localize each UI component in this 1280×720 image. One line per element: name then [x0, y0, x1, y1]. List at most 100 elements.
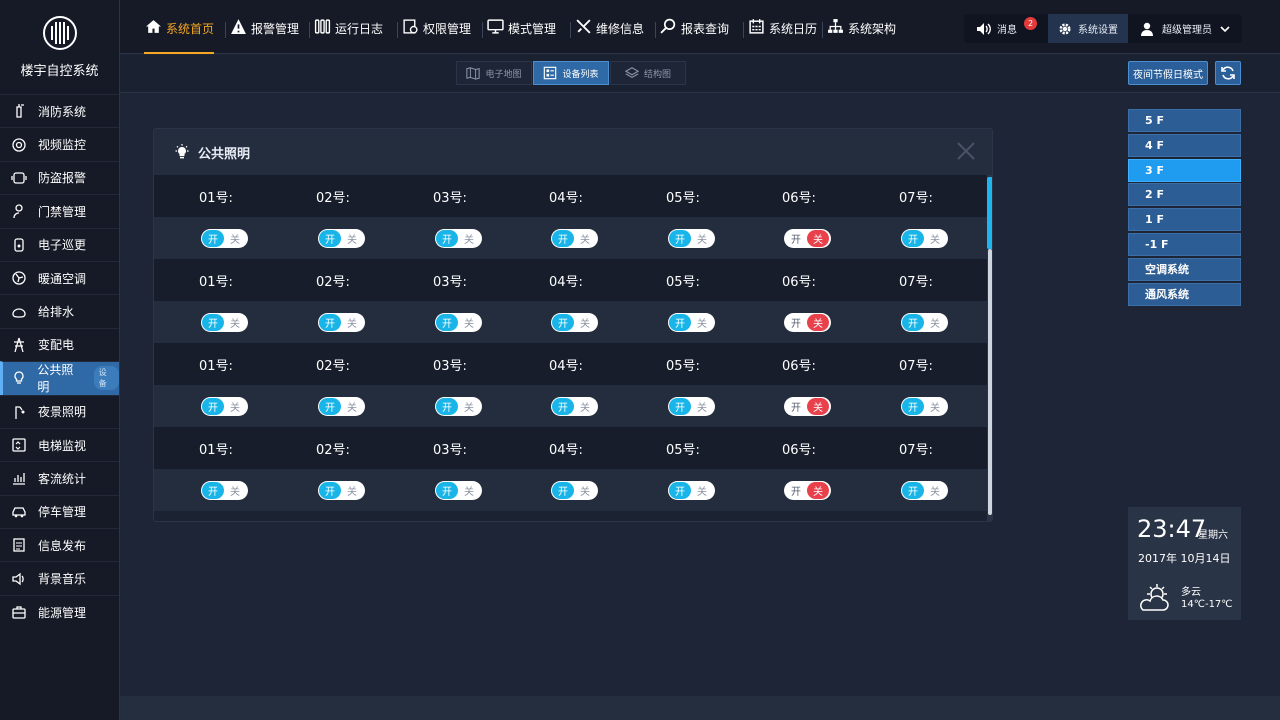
sub-tab[interactable]: 结构图: [610, 61, 686, 85]
user-menu[interactable]: 超级管理员: [1128, 14, 1230, 43]
floor-button[interactable]: 空调系统: [1128, 257, 1241, 281]
nav-item-label: 权限管理: [423, 22, 472, 36]
sidebar-item[interactable]: 信息发布: [0, 528, 119, 561]
light-switch-toggle[interactable]: 开关: [318, 313, 365, 332]
floor-button[interactable]: 4 F: [1128, 133, 1241, 157]
nav-item[interactable]: 系统日历: [747, 14, 817, 54]
scrollbar[interactable]: [987, 175, 992, 521]
toggle-on-label: 开: [552, 230, 574, 247]
nav-item[interactable]: 系统首页: [144, 14, 215, 54]
scrollbar-thumb[interactable]: [987, 177, 992, 249]
sidebar-item[interactable]: 公共照明 设备: [0, 361, 119, 395]
toggle-off-label: 关: [580, 235, 590, 246]
light-switch-toggle[interactable]: 开关: [435, 481, 482, 500]
sidebar-item[interactable]: 电子巡更: [0, 227, 119, 261]
nav-item[interactable]: 模式管理: [486, 14, 556, 54]
floor-button[interactable]: 2 F: [1128, 183, 1241, 207]
light-switch-toggle[interactable]: 开关: [784, 481, 831, 500]
light-switch-toggle[interactable]: 开关: [784, 313, 831, 332]
toggle-on-label: 开: [669, 482, 691, 499]
floor-button[interactable]: 通风系统: [1128, 282, 1241, 306]
toggle-off-label: 关: [697, 403, 707, 414]
light-switch-toggle[interactable]: 开关: [901, 481, 948, 500]
sidebar-item[interactable]: 背景音乐: [0, 561, 119, 594]
floor-button[interactable]: 5 F: [1128, 109, 1241, 132]
nav-item[interactable]: 报警管理: [229, 14, 299, 54]
light-switch-toggle[interactable]: 开关: [551, 313, 598, 332]
sidebar-item[interactable]: 给排水: [0, 294, 119, 327]
device-label: 04号:: [549, 442, 583, 458]
bulb-icon: [175, 144, 189, 159]
light-switch-toggle[interactable]: 开关: [318, 481, 365, 500]
sidebar-item[interactable]: 夜景照明: [0, 394, 119, 428]
light-switch-toggle[interactable]: 开关: [551, 229, 598, 248]
floor-button[interactable]: 1 F: [1128, 208, 1241, 232]
sidebar-item-label: 信息发布: [38, 538, 87, 553]
nav-divider: [482, 22, 483, 38]
light-switch-toggle[interactable]: 开关: [784, 397, 831, 416]
sub-tab-label: 电子地图: [485, 69, 522, 80]
close-icon[interactable]: [956, 141, 976, 161]
floor-button[interactable]: 3 F: [1128, 158, 1241, 182]
light-switch-toggle[interactable]: 开关: [318, 397, 365, 416]
sidebar-item[interactable]: 防盗报警: [0, 160, 119, 194]
light-switch-toggle[interactable]: 开关: [668, 397, 715, 416]
messages-button[interactable]: 消息 2: [964, 14, 1048, 43]
light-switch-toggle[interactable]: 开关: [551, 397, 598, 416]
device-label: 07号:: [899, 190, 933, 206]
sidebar-item[interactable]: 能源管理: [0, 594, 119, 628]
sidebar-item[interactable]: 门禁管理: [0, 194, 119, 227]
light-switch-toggle[interactable]: 开关: [901, 397, 948, 416]
settings-button[interactable]: 系统设置: [1048, 14, 1128, 43]
light-switch-toggle[interactable]: 开关: [901, 229, 948, 248]
device-label-row: 01号: 02号: 03号: 04号: 05号: 06号: 07号:: [154, 259, 987, 301]
light-switch-toggle[interactable]: 开关: [668, 229, 715, 248]
sidebar-item[interactable]: 客流统计: [0, 461, 119, 494]
sub-tab[interactable]: 设备列表: [533, 61, 609, 85]
floor-button[interactable]: -1 F: [1128, 232, 1241, 256]
light-switch-toggle[interactable]: 开关: [201, 313, 248, 332]
light-switch-toggle[interactable]: 开关: [784, 229, 831, 248]
patrol-icon: [14, 238, 24, 252]
light-switch-toggle[interactable]: 开关: [201, 229, 248, 248]
refresh-button[interactable]: [1215, 61, 1241, 85]
nav-item[interactable]: 报表查询: [659, 14, 729, 54]
sidebar-item[interactable]: 视频监控: [0, 127, 119, 160]
light-switch-toggle[interactable]: 开关: [318, 229, 365, 248]
holiday-mode-button[interactable]: 夜间节假日模式: [1128, 61, 1208, 85]
device-label: 05号:: [666, 442, 700, 458]
nav-item[interactable]: 系统架构: [826, 14, 896, 54]
light-switch-toggle[interactable]: 开关: [668, 481, 715, 500]
car-icon: [12, 507, 26, 518]
nav-item-label: 模式管理: [508, 22, 557, 36]
light-switch-toggle[interactable]: 开关: [551, 481, 598, 500]
light-switch-toggle[interactable]: 开关: [435, 313, 482, 332]
nav-item[interactable]: 维修信息: [574, 14, 644, 54]
light-switch-toggle[interactable]: 开关: [201, 397, 248, 416]
light-switch-toggle[interactable]: 开关: [435, 397, 482, 416]
light-switch-toggle[interactable]: 开关: [901, 313, 948, 332]
sidebar-item[interactable]: 电梯监视: [0, 427, 119, 461]
toggle-on-label: 开: [791, 403, 801, 414]
light-switch-toggle[interactable]: 开关: [201, 481, 248, 500]
device-label: 07号:: [899, 442, 933, 458]
device-label: 03号:: [433, 358, 467, 374]
toggle-on-label: 开: [791, 487, 801, 498]
briefcase-icon: [10, 603, 28, 621]
sidebar-item[interactable]: 暖通空调: [0, 260, 119, 294]
sidebar-item[interactable]: 消防系统: [0, 94, 119, 127]
nav-item[interactable]: 运行日志: [313, 14, 383, 54]
fan-icon: [12, 271, 26, 285]
sidebar-item[interactable]: 停车管理: [0, 494, 119, 528]
sidebar-menu: 消防系统视频监控防盗报警 门禁管理 电子巡更 暖通空调 给排水 变配电 公共照明 设备 夜景照明…: [0, 94, 119, 628]
warning-icon: [230, 18, 246, 34]
sidebar-item[interactable]: 变配电: [0, 327, 119, 361]
toggle-off-label: 关: [930, 319, 940, 330]
nav-item[interactable]: 权限管理: [401, 14, 471, 54]
sub-tab[interactable]: 电子地图: [456, 61, 532, 85]
light-switch-toggle[interactable]: 开关: [435, 229, 482, 248]
light-switch-toggle[interactable]: 开关: [668, 313, 715, 332]
sidebar-item-label: 视频监控: [38, 138, 87, 153]
hierarchy-icon: [827, 18, 843, 33]
panel-title: 公共照明: [198, 146, 251, 162]
